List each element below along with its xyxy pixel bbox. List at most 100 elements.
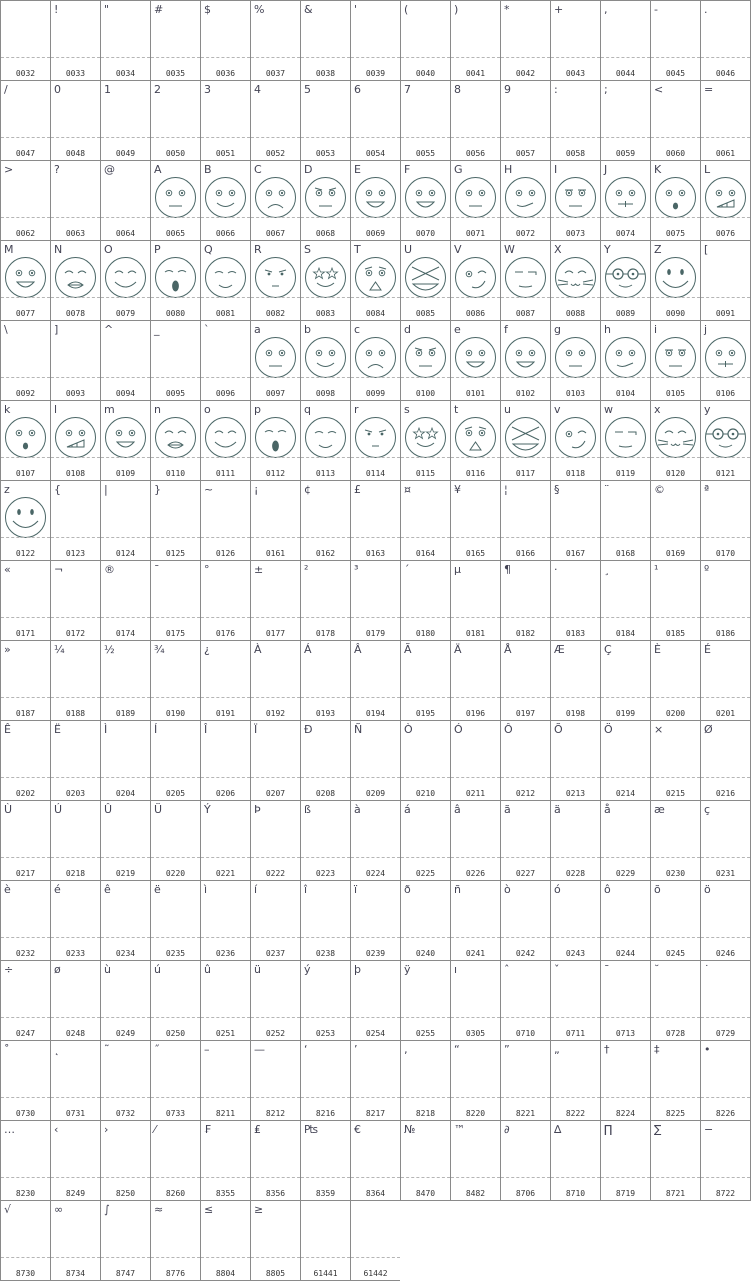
glyph-cell[interactable]: • 8226 (700, 1040, 751, 1120)
glyph-cell[interactable]: h 0104 (600, 320, 650, 400)
glyph-cell[interactable]: H 0072 (500, 160, 550, 240)
glyph-cell[interactable]: ˙ 0729 (700, 960, 751, 1040)
glyph-cell[interactable]: Æ 0198 (550, 640, 600, 720)
glyph-cell[interactable]: p 0112 (250, 400, 300, 480)
glyph-cell[interactable]: b 0098 (300, 320, 350, 400)
glyph-cell[interactable]: €8364 (350, 1120, 400, 1200)
glyph-cell[interactable]: þ 0254 (350, 960, 400, 1040)
glyph-cell[interactable]: ´ 0180 (400, 560, 450, 640)
glyph-cell[interactable]: Á 0193 (300, 640, 350, 720)
glyph-cell[interactable]: ⁄ 8260 (150, 1120, 200, 1200)
glyph-cell[interactable]: ë 0235 (150, 880, 200, 960)
glyph-cell[interactable]: å 0229 (600, 800, 650, 880)
glyph-cell[interactable]: ° 0176 (200, 560, 250, 640)
glyph-cell[interactable]: ∆ 8710 (550, 1120, 600, 1201)
glyph-cell[interactable]: D 0068 (300, 160, 350, 240)
glyph-cell[interactable]: f 0102 (500, 320, 550, 400)
glyph-cell[interactable]: J 0074 (600, 160, 650, 240)
glyph-cell[interactable]: æ 0230 (650, 800, 700, 880)
glyph-cell[interactable]: c 0099 (350, 320, 400, 400)
glyph-cell[interactable]: i 0105 (650, 320, 700, 400)
glyph-cell[interactable]: é 0233 (50, 880, 100, 960)
glyph-cell[interactable]: s 0115 (400, 400, 450, 480)
glyph-cell[interactable]: ˚ 0730 (0, 1040, 50, 1120)
glyph-cell[interactable]: #0035 (150, 0, 200, 80)
glyph-cell[interactable]: — 8212 (250, 1040, 300, 1120)
glyph-cell[interactable]: õ 0245 (650, 880, 700, 960)
glyph-cell[interactable]: ‹ 8249 (50, 1120, 100, 1200)
glyph-cell[interactable]: a 0097 (250, 320, 300, 400)
glyph-cell[interactable]: ±0177 (250, 560, 300, 640)
glyph-cell[interactable]: o 0111 (200, 400, 250, 480)
glyph-cell[interactable]: ‘ 8216 (300, 1040, 350, 1120)
glyph-cell[interactable]: ï 0239 (350, 880, 400, 960)
glyph-cell[interactable]: Â 0194 (350, 640, 400, 720)
glyph-cell[interactable]: ò 0242 (500, 880, 550, 960)
glyph-cell[interactable]: ‡ 8225 (650, 1040, 700, 1120)
glyph-cell[interactable]: I 0073 (550, 160, 600, 240)
glyph-cell[interactable]: à 0224 (350, 800, 400, 880)
glyph-cell[interactable]: ì 0236 (200, 880, 250, 960)
glyph-cell[interactable]: ç 0231 (700, 800, 751, 880)
glyph-cell[interactable]: Ù 0217 (0, 800, 50, 880)
glyph-cell[interactable]: Ó 0211 (450, 720, 500, 800)
glyph-cell[interactable]: ˆ 0710 (500, 960, 550, 1040)
glyph-cell[interactable]: r 0114 (350, 400, 400, 480)
glyph-cell[interactable]: 0 0048 (50, 80, 100, 160)
glyph-cell[interactable]: ! 0033 (50, 0, 100, 80)
glyph-cell[interactable]: ? 0063 (50, 160, 100, 240)
glyph-cell[interactable]: Ç 0199 (600, 640, 650, 720)
glyph-cell[interactable]: ô 0244 (600, 880, 650, 960)
glyph-cell[interactable]: ˝ 0733 (150, 1040, 200, 1120)
glyph-cell[interactable]: q 0113 (300, 400, 350, 480)
glyph-cell[interactable]: ¡ 0161 (250, 480, 300, 560)
glyph-cell[interactable]: R 0082 (250, 240, 300, 320)
glyph-cell[interactable]: , 0044 (600, 0, 650, 80)
glyph-cell[interactable]: S 0083 (300, 240, 350, 320)
glyph-cell[interactable]: G 0071 (450, 160, 500, 240)
glyph-cell[interactable]: ß 0223 (300, 800, 350, 880)
glyph-cell[interactable]: É 0201 (700, 640, 751, 720)
glyph-cell[interactable]: Ä 0196 (450, 640, 500, 720)
glyph-cell[interactable]: ˘ 0728 (650, 960, 700, 1040)
glyph-cell[interactable]: - 0045 (650, 0, 700, 80)
glyph-cell[interactable]: Ø 0216 (700, 720, 751, 800)
glyph-cell[interactable]: ‚ 8218 (400, 1040, 450, 1120)
glyph-cell[interactable]: * 0042 (500, 0, 550, 80)
glyph-cell[interactable]: e 0101 (450, 320, 500, 400)
glyph-cell[interactable]: : 0058 (550, 80, 600, 160)
glyph-cell[interactable]: k 0107 (0, 400, 50, 480)
glyph-cell[interactable]: ` 0096 (200, 320, 250, 400)
glyph-cell[interactable]: W 0087 (500, 240, 550, 320)
glyph-cell[interactable]: È 0200 (650, 640, 700, 720)
glyph-cell[interactable]: Ö 0214 (600, 720, 650, 800)
glyph-cell[interactable]: ¶ 0182 (500, 560, 550, 640)
glyph-cell[interactable]: $0036 (200, 0, 250, 80)
glyph-cell[interactable]: ú 0250 (150, 960, 200, 1040)
glyph-cell[interactable]: ∂ 8706 (500, 1120, 550, 1201)
glyph-cell[interactable]: ¦ 0166 (500, 480, 550, 560)
glyph-cell[interactable]: ~0126 (200, 480, 250, 560)
glyph-cell[interactable]: 7 0055 (400, 80, 450, 160)
glyph-cell[interactable]: Í 0205 (150, 720, 200, 800)
glyph-cell[interactable]: t 0116 (450, 400, 500, 480)
glyph-cell[interactable]: Q 0081 (200, 240, 250, 320)
glyph-cell[interactable]: ™ 8482 (450, 1120, 500, 1201)
glyph-cell[interactable]: B 0066 (200, 160, 250, 240)
glyph-cell[interactable]: Ê 0202 (0, 720, 50, 800)
glyph-cell[interactable]: ¸ 0184 (600, 560, 650, 640)
glyph-cell[interactable]: _ 0095 (150, 320, 200, 400)
glyph-cell[interactable]: w 0119 (600, 400, 650, 480)
glyph-cell[interactable]: ü 0252 (250, 960, 300, 1040)
glyph-cell[interactable]: ý 0253 (300, 960, 350, 1040)
glyph-cell[interactable]: á 0225 (400, 800, 450, 880)
glyph-cell[interactable]: ] 0093 (50, 320, 100, 400)
glyph-cell[interactable]: Ð 0208 (300, 720, 350, 800)
glyph-cell[interactable]: † 8224 (600, 1040, 650, 1120)
glyph-cell[interactable]: Ú 0218 (50, 800, 100, 880)
glyph-cell[interactable]: 61442 (350, 1200, 400, 1281)
glyph-cell[interactable]: ’ 8217 (350, 1040, 400, 1120)
glyph-cell[interactable]: › 8250 (100, 1120, 150, 1200)
glyph-cell[interactable]: ð 0240 (400, 880, 450, 960)
glyph-cell[interactable]: Z 0090 (650, 240, 700, 320)
